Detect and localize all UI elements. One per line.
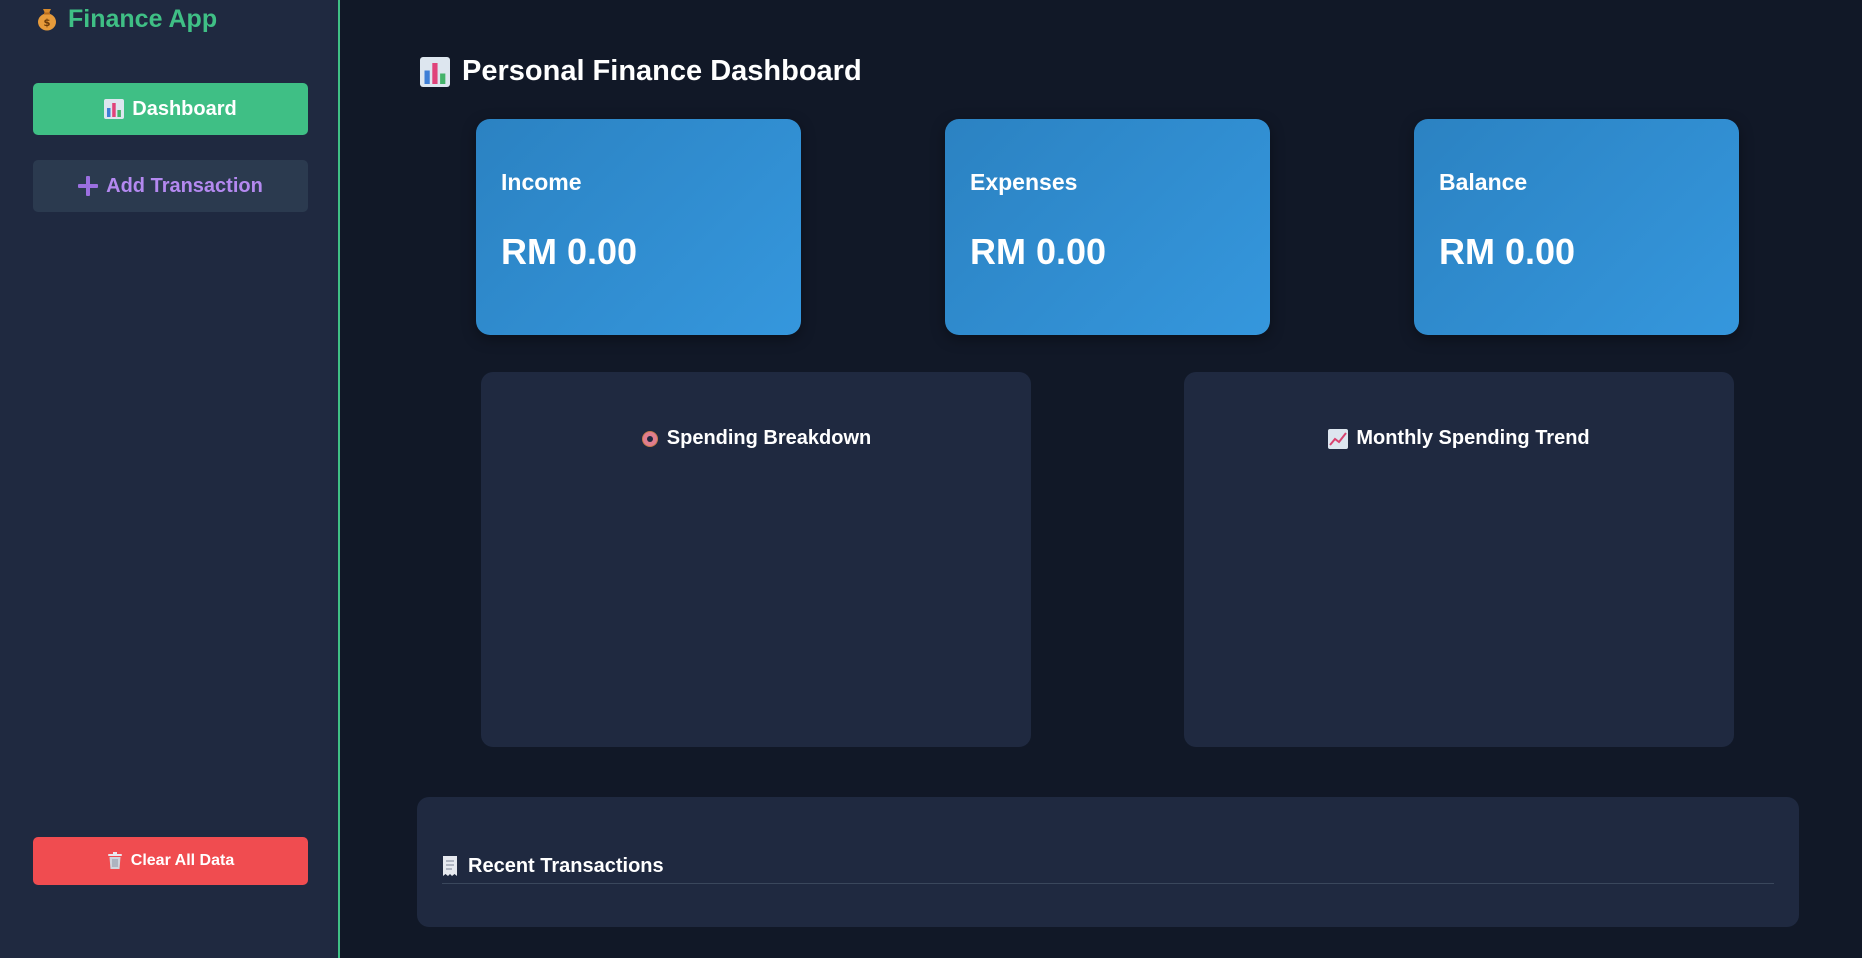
income-card: Income RM 0.00	[476, 119, 801, 335]
receipt-icon	[442, 856, 458, 876]
income-value: RM 0.00	[501, 231, 638, 272]
main-content: Personal Finance Dashboard Income RM 0.0…	[342, 0, 1862, 958]
nav-add-transaction-button[interactable]: Add Transaction	[33, 160, 308, 212]
bar-chart-icon	[420, 56, 450, 87]
expenses-label: Expenses	[970, 169, 1078, 195]
svg-text:$: $	[44, 18, 51, 29]
expenses-value: RM 0.00	[970, 231, 1107, 272]
finance-app: $ Finance App Dashboard Add Transaction	[0, 0, 1862, 958]
expenses-card: Expenses RM 0.00	[945, 119, 1270, 335]
spending-breakdown-title: Spending Breakdown	[481, 427, 1031, 450]
bar-chart-icon	[104, 99, 125, 119]
monthly-trend-panel: Monthly Spending Trend	[1184, 372, 1734, 747]
income-label: Income	[501, 169, 582, 195]
recent-transactions-panel: Recent Transactions	[417, 797, 1799, 927]
clear-all-data-label: Clear All Data	[130, 852, 235, 869]
nav-dashboard-label: Dashboard	[132, 97, 237, 120]
money-bag-icon: $	[36, 8, 58, 31]
sidebar: $ Finance App Dashboard Add Transaction	[0, 0, 340, 958]
plus-icon	[78, 176, 99, 196]
page-title-text: Personal Finance Dashboard	[462, 55, 862, 87]
monthly-trend-label: Monthly Spending Trend	[1356, 427, 1590, 449]
brand-name: Finance App	[68, 4, 218, 33]
balance-label: Balance	[1439, 169, 1528, 195]
balance-value: RM 0.00	[1439, 231, 1576, 272]
spending-breakdown-panel: Spending Breakdown	[481, 372, 1031, 747]
spending-breakdown-label: Spending Breakdown	[666, 427, 872, 449]
trend-chart-icon	[1328, 428, 1349, 449]
clear-all-data-button[interactable]: Clear All Data	[33, 837, 308, 885]
recent-transactions-title: Recent Transactions	[468, 854, 664, 877]
balance-card: Balance RM 0.00	[1414, 119, 1739, 335]
trash-icon	[107, 852, 123, 870]
nav-dashboard-button[interactable]: Dashboard	[33, 83, 308, 135]
brand: $ Finance App	[36, 4, 217, 34]
nav-add-transaction-label: Add Transaction	[106, 174, 263, 197]
recent-transactions-header: Recent Transactions	[442, 849, 1774, 884]
monthly-trend-title: Monthly Spending Trend	[1184, 427, 1734, 450]
donut-icon	[641, 430, 659, 448]
page-title: Personal Finance Dashboard	[420, 55, 862, 88]
